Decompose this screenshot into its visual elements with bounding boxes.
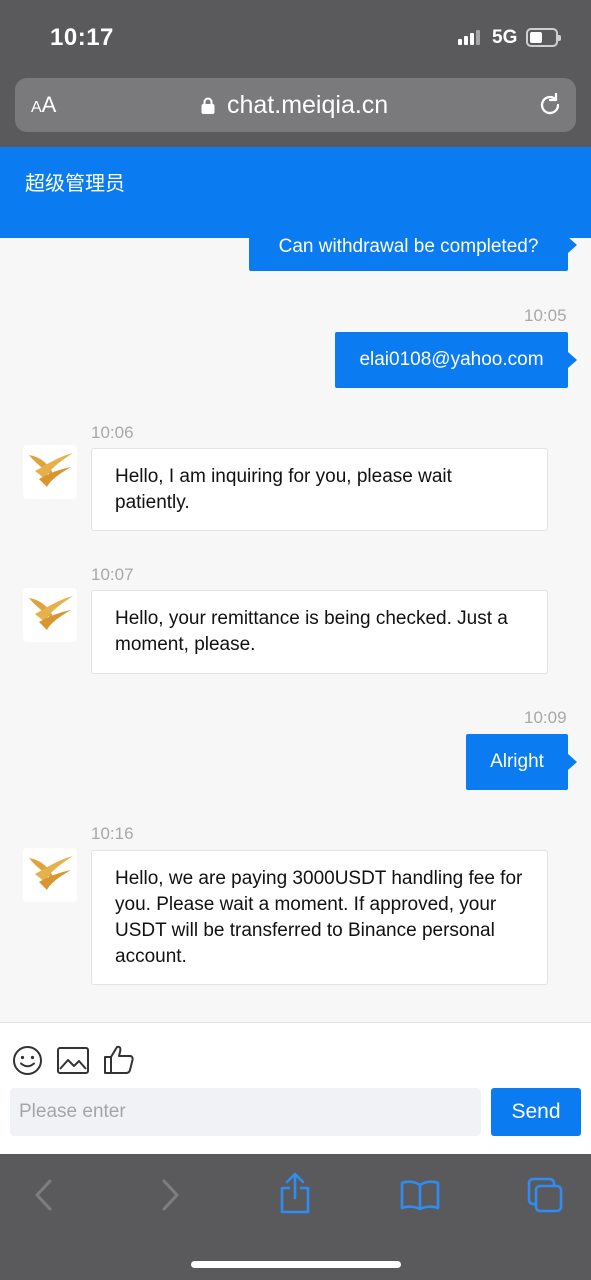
message-time: 10:16: [91, 824, 134, 843]
chat-header: 超级管理员: [0, 147, 591, 238]
message-text: Hello, your remittance is being checked.…: [115, 608, 508, 655]
emoji-icon[interactable]: [12, 1045, 43, 1076]
browser-toolbar: [0, 1154, 591, 1280]
message-text: Hello, I am inquiring for you, please wa…: [115, 466, 452, 513]
outgoing-message: elai0108@yahoo.com: [335, 332, 577, 388]
message-time: 10:07: [91, 565, 134, 584]
text-size-button[interactable]: AA: [31, 92, 56, 118]
agent-avatar: [23, 588, 77, 642]
signal-icon: [458, 30, 480, 45]
message-text: elai0108@yahoo.com: [359, 349, 544, 370]
agent-logo-icon: [29, 596, 73, 630]
chat-title: 超级管理员: [25, 171, 125, 195]
reload-icon[interactable]: [536, 91, 564, 119]
lock-icon: [201, 97, 215, 114]
incoming-message: Hello, I am inquiring for you, please wa…: [91, 448, 548, 531]
agent-avatar: [23, 848, 77, 902]
incoming-message: Hello, your remittance is being checked.…: [91, 590, 548, 674]
agent-avatar: [23, 445, 77, 499]
bookmarks-icon[interactable]: [400, 1179, 440, 1211]
message-text: Alright: [490, 751, 544, 772]
status-bar: 10:17 5G: [0, 0, 591, 76]
message-list[interactable]: Can withdrawal be completed? 10:05 elai0…: [0, 238, 591, 1022]
back-icon[interactable]: [32, 1178, 54, 1212]
message-text: Can withdrawal be completed?: [278, 238, 539, 257]
send-button[interactable]: Send: [491, 1088, 581, 1136]
composer: Send: [0, 1022, 591, 1154]
message-text: Hello, we are paying 3000USDT handling f…: [115, 868, 523, 967]
incoming-message: Hello, we are paying 3000USDT handling f…: [91, 850, 548, 985]
agent-logo-icon: [29, 856, 73, 890]
agent-logo-icon: [29, 453, 73, 487]
status-time: 10:17: [50, 24, 114, 51]
browser-address-area: AA chat.meiqia.cn: [0, 76, 591, 147]
message-time: 10:06: [91, 423, 134, 442]
message-time: 10:05: [524, 306, 567, 325]
message-time: 10:09: [524, 708, 567, 727]
address-bar[interactable]: AA chat.meiqia.cn: [15, 78, 576, 132]
share-icon[interactable]: [279, 1172, 311, 1214]
battery-icon: [526, 28, 561, 47]
forward-icon[interactable]: [160, 1178, 182, 1212]
home-indicator[interactable]: [191, 1261, 401, 1268]
message-input[interactable]: [10, 1088, 481, 1136]
url-text[interactable]: chat.meiqia.cn: [227, 91, 388, 120]
tabs-icon[interactable]: [527, 1177, 563, 1213]
network-type: 5G: [492, 27, 518, 48]
thumbs-up-icon[interactable]: [103, 1043, 135, 1075]
outgoing-message: Alright: [466, 734, 577, 790]
image-icon[interactable]: [57, 1047, 89, 1074]
outgoing-message: Can withdrawal be completed?: [249, 238, 577, 271]
